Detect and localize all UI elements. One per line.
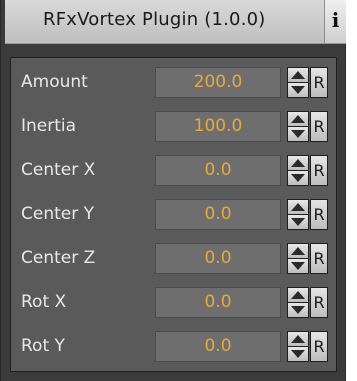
arrow-up-icon <box>291 291 305 299</box>
param-row-inertia: Inertia 100.0 R <box>11 107 336 147</box>
param-row-rot-y: Rot Y 0.0 R <box>11 327 336 367</box>
panel-header: RFxVortex Plugin (1.0.0) i <box>5 0 346 44</box>
rot-y-value-field[interactable]: 0.0 <box>155 331 281 362</box>
center-y-stepper[interactable] <box>287 199 309 230</box>
center-x-reset-button[interactable]: R <box>310 155 328 186</box>
decrement-button[interactable] <box>288 215 308 229</box>
increment-button[interactable] <box>288 68 308 82</box>
panel-title: RFxVortex Plugin (1.0.0) <box>43 9 266 30</box>
param-row-center-y: Center Y 0.0 R <box>11 195 336 235</box>
arrow-up-icon <box>291 247 305 255</box>
decrement-button[interactable] <box>288 127 308 141</box>
center-y-reset-button[interactable]: R <box>310 199 328 230</box>
amount-reset-button[interactable]: R <box>310 67 328 98</box>
rot-x-value-field[interactable]: 0.0 <box>155 287 281 318</box>
arrow-down-icon <box>291 130 305 138</box>
inertia-reset-button[interactable]: R <box>310 111 328 142</box>
arrow-down-icon <box>291 86 305 94</box>
center-z-reset-button[interactable]: R <box>310 243 328 274</box>
center-y-value-field[interactable]: 0.0 <box>155 199 281 230</box>
inertia-value-field[interactable]: 100.0 <box>155 111 281 142</box>
plugin-panel: RFxVortex Plugin (1.0.0) i Amount 200.0 … <box>0 0 346 381</box>
arrow-down-icon <box>291 174 305 182</box>
arrow-down-icon <box>291 350 305 358</box>
increment-button[interactable] <box>288 112 308 126</box>
param-row-amount: Amount 200.0 R <box>11 63 336 103</box>
decrement-button[interactable] <box>288 303 308 317</box>
decrement-button[interactable] <box>288 347 308 361</box>
increment-button[interactable] <box>288 156 308 170</box>
amount-value-field[interactable]: 200.0 <box>155 67 281 98</box>
inertia-stepper[interactable] <box>287 111 309 142</box>
decrement-button[interactable] <box>288 83 308 97</box>
rot-x-stepper[interactable] <box>287 287 309 318</box>
param-label: Rot X <box>21 292 67 312</box>
param-label: Center Z <box>21 248 96 268</box>
center-x-value-field[interactable]: 0.0 <box>155 155 281 186</box>
param-label: Amount <box>21 72 88 92</box>
amount-stepper[interactable] <box>287 67 309 98</box>
param-label: Rot Y <box>21 336 65 356</box>
decrement-button[interactable] <box>288 171 308 185</box>
arrow-up-icon <box>291 115 305 123</box>
param-label: Inertia <box>21 116 77 136</box>
param-row-center-z: Center Z 0.0 R <box>11 239 336 279</box>
decrement-button[interactable] <box>288 259 308 273</box>
arrow-up-icon <box>291 159 305 167</box>
background-margin <box>346 0 357 381</box>
arrow-up-icon <box>291 335 305 343</box>
arrow-down-icon <box>291 306 305 314</box>
param-row-rot-x: Rot X 0.0 R <box>11 283 336 323</box>
increment-button[interactable] <box>288 288 308 302</box>
increment-button[interactable] <box>288 244 308 258</box>
rot-x-reset-button[interactable]: R <box>310 287 328 318</box>
center-z-stepper[interactable] <box>287 243 309 274</box>
rot-y-stepper[interactable] <box>287 331 309 362</box>
center-x-stepper[interactable] <box>287 155 309 186</box>
center-z-value-field[interactable]: 0.0 <box>155 243 281 274</box>
arrow-down-icon <box>291 218 305 226</box>
increment-button[interactable] <box>288 200 308 214</box>
param-label: Center Y <box>21 204 95 224</box>
arrow-up-icon <box>291 71 305 79</box>
rot-y-reset-button[interactable]: R <box>310 331 328 362</box>
parameter-group: Amount 200.0 R Inertia 100.0 R Center X … <box>10 57 337 372</box>
param-row-center-x: Center X 0.0 R <box>11 151 336 191</box>
arrow-down-icon <box>291 262 305 270</box>
param-label: Center X <box>21 160 96 180</box>
info-button[interactable]: i <box>324 0 346 43</box>
arrow-up-icon <box>291 203 305 211</box>
increment-button[interactable] <box>288 332 308 346</box>
